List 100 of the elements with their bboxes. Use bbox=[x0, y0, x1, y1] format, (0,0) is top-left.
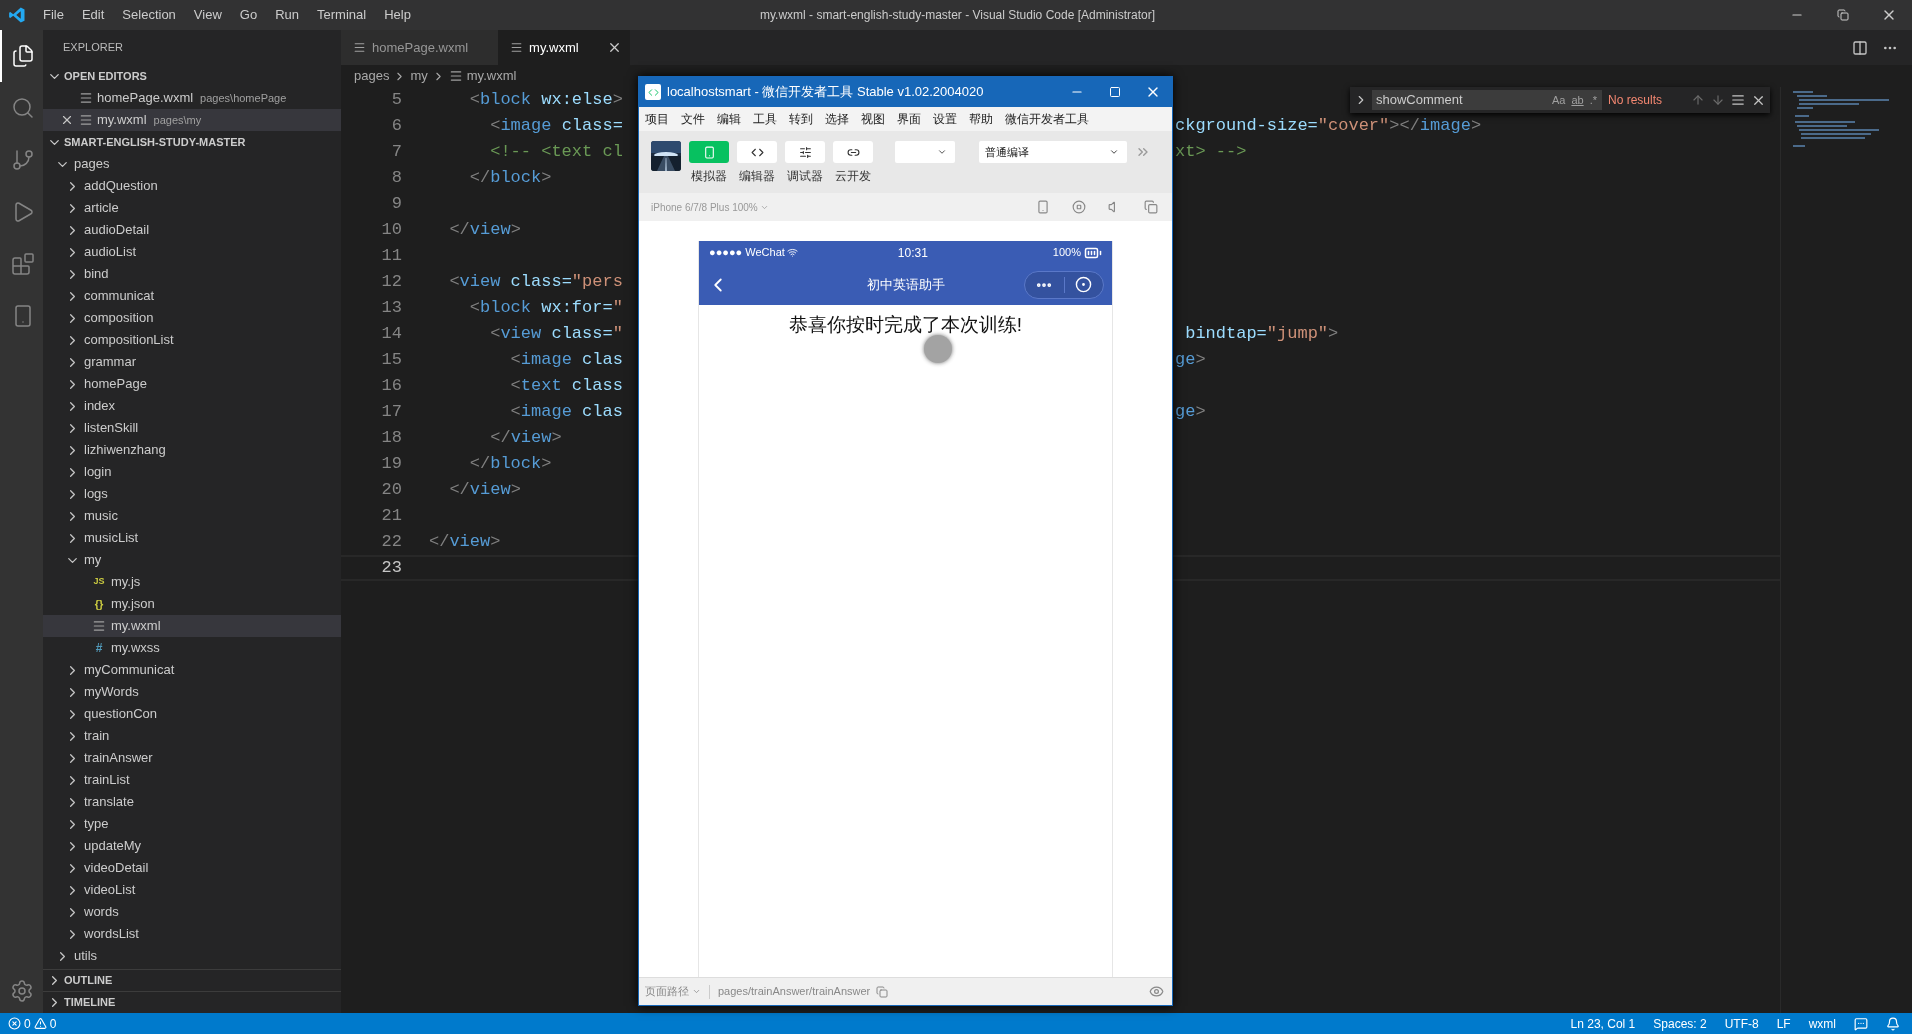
folder-item[interactable]: questionCon bbox=[43, 703, 341, 725]
compile-mode-dropdown[interactable]: 普通编译 bbox=[979, 141, 1127, 163]
previous-match-icon[interactable] bbox=[1691, 93, 1705, 107]
close-icon[interactable] bbox=[60, 113, 74, 127]
folder-item[interactable]: listenSkill bbox=[43, 417, 341, 439]
menu-item[interactable]: 帮助 bbox=[969, 110, 993, 128]
status-item[interactable]: UTF-8 bbox=[1724, 1014, 1759, 1033]
editor-tab[interactable]: homePage.wxml bbox=[341, 30, 499, 65]
folder-item[interactable]: article bbox=[43, 197, 341, 219]
find-input[interactable]: showComment Aa ab .* bbox=[1372, 90, 1602, 110]
file-lines-icon bbox=[92, 619, 106, 633]
folder-item[interactable]: myWords bbox=[43, 681, 341, 703]
folder-item[interactable]: type bbox=[43, 813, 341, 835]
close-mini-program-icon[interactable] bbox=[1075, 276, 1093, 293]
folder-item[interactable]: wordsList bbox=[43, 923, 341, 945]
tree-file[interactable]: JS my.js bbox=[43, 571, 341, 593]
folder-item[interactable]: login bbox=[43, 461, 341, 483]
record-icon[interactable] bbox=[1072, 200, 1086, 214]
section-header[interactable]: SMART-ENGLISH-STUDY-MASTER bbox=[43, 131, 341, 153]
phone-icon[interactable] bbox=[1036, 200, 1050, 214]
menu-item[interactable]: 微信开发者工具 bbox=[1005, 110, 1089, 128]
folder-item[interactable]: videoList bbox=[43, 879, 341, 901]
find-in-selection-icon[interactable] bbox=[1731, 93, 1745, 107]
restore-icon[interactable] bbox=[1837, 9, 1849, 21]
problems-indicator[interactable]: 0 0 bbox=[0, 1014, 63, 1033]
breadcrumb-item[interactable]: my bbox=[410, 66, 428, 86]
find-option-toggle[interactable]: .* bbox=[1586, 91, 1600, 109]
menu-item[interactable]: 选择 bbox=[825, 110, 849, 128]
folder-item[interactable]: words bbox=[43, 901, 341, 923]
capsule-button[interactable] bbox=[1024, 270, 1104, 299]
menu-item[interactable]: Selection bbox=[113, 5, 185, 25]
folder-item[interactable]: index bbox=[43, 395, 341, 417]
folder-item[interactable]: compositionList bbox=[43, 329, 341, 351]
folder-item[interactable]: musicList bbox=[43, 527, 341, 549]
tree-file[interactable]: my.wxml bbox=[43, 615, 341, 637]
folder-item[interactable]: train bbox=[43, 725, 341, 747]
feedback-icon[interactable] bbox=[1854, 1016, 1868, 1031]
folder-item[interactable]: trainAnswer bbox=[43, 747, 341, 769]
menu-item[interactable]: Terminal bbox=[308, 5, 376, 25]
menu-item[interactable]: 文件 bbox=[681, 110, 705, 128]
menu-item[interactable]: Help bbox=[375, 5, 420, 25]
menu-item[interactable]: 编辑 bbox=[717, 110, 741, 128]
tree-file[interactable]: # my.wxss bbox=[43, 637, 341, 659]
folder-item[interactable]: pages bbox=[43, 153, 341, 175]
folder-item[interactable]: addQuestion bbox=[43, 175, 341, 197]
menu-item[interactable]: View bbox=[184, 5, 231, 25]
line-number: 9 bbox=[390, 193, 402, 216]
menu-item[interactable]: Edit bbox=[72, 5, 114, 25]
section-header[interactable]: OPEN EDITORS bbox=[43, 65, 341, 87]
folder-item[interactable]: updateMy bbox=[43, 835, 341, 857]
breadcrumb-item[interactable]: my.wxml bbox=[466, 66, 517, 86]
split-editor-icon[interactable] bbox=[1852, 39, 1868, 56]
folder-item[interactable]: videoDetail bbox=[43, 857, 341, 879]
status-item[interactable]: Spaces: 2 bbox=[1653, 1014, 1707, 1033]
touch-cursor-icon bbox=[924, 335, 952, 363]
folder-item[interactable]: audioList bbox=[43, 241, 341, 263]
breadcrumb-item[interactable]: pages bbox=[354, 66, 390, 86]
folder-item[interactable]: composition bbox=[43, 307, 341, 329]
folder-item[interactable]: audioDetail bbox=[43, 219, 341, 241]
folder-item[interactable]: my bbox=[43, 549, 341, 571]
status-item[interactable]: LF bbox=[1776, 1014, 1791, 1033]
folder-item[interactable]: lizhiwenzhang bbox=[43, 439, 341, 461]
menu-item[interactable]: 设置 bbox=[933, 110, 957, 128]
find-option-toggle[interactable]: ab bbox=[1568, 91, 1587, 109]
folder-item[interactable]: myCommunicat bbox=[43, 659, 341, 681]
menu-item[interactable]: File bbox=[34, 5, 73, 25]
editor-tab[interactable]: my.wxml bbox=[498, 30, 630, 65]
folder-item[interactable]: homePage bbox=[43, 373, 341, 395]
tree-file[interactable]: {} my.json bbox=[43, 593, 341, 615]
folder-item[interactable]: trainList bbox=[43, 769, 341, 791]
folder-item[interactable]: music bbox=[43, 505, 341, 527]
code-line: xt> --> bbox=[1175, 141, 1247, 164]
settings-icon[interactable] bbox=[9, 979, 34, 1003]
folder-item[interactable]: logs bbox=[43, 483, 341, 505]
copy-icon[interactable] bbox=[876, 985, 889, 998]
find-option-toggle[interactable]: Aa bbox=[1548, 91, 1569, 109]
menu-item[interactable]: 转到 bbox=[789, 110, 813, 128]
bell-icon[interactable] bbox=[1886, 1016, 1900, 1031]
menu-item[interactable]: 视图 bbox=[861, 110, 885, 128]
open-editor-item[interactable]: my.wxml pages\my bbox=[43, 109, 341, 131]
open-editor-item[interactable]: homePage.wxml pages\homePage bbox=[43, 87, 341, 109]
status-item[interactable]: wxml bbox=[1808, 1014, 1836, 1033]
maximize-icon[interactable] bbox=[1109, 86, 1121, 98]
folder-item[interactable]: translate bbox=[43, 791, 341, 813]
menu-item[interactable]: 界面 bbox=[897, 110, 921, 128]
section-header[interactable]: OUTLINE bbox=[43, 969, 341, 991]
menu-item[interactable]: 项目 bbox=[645, 110, 669, 128]
folder-item[interactable]: utils bbox=[43, 945, 341, 967]
menu-item[interactable]: Run bbox=[266, 5, 308, 25]
next-match-icon[interactable] bbox=[1711, 93, 1725, 107]
windows-icon[interactable] bbox=[1144, 200, 1158, 214]
folder-item[interactable]: grammar bbox=[43, 351, 341, 373]
app-logo-icon bbox=[645, 84, 661, 100]
menu-item[interactable]: Go bbox=[230, 5, 267, 25]
folder-item[interactable]: communicat bbox=[43, 285, 341, 307]
eye-icon[interactable] bbox=[1149, 984, 1164, 999]
folder-item[interactable]: bind bbox=[43, 263, 341, 285]
status-item[interactable]: Ln 23, Col 1 bbox=[1570, 1014, 1636, 1033]
warning-icon bbox=[33, 1017, 47, 1030]
menu-item[interactable]: 工具 bbox=[753, 110, 777, 128]
